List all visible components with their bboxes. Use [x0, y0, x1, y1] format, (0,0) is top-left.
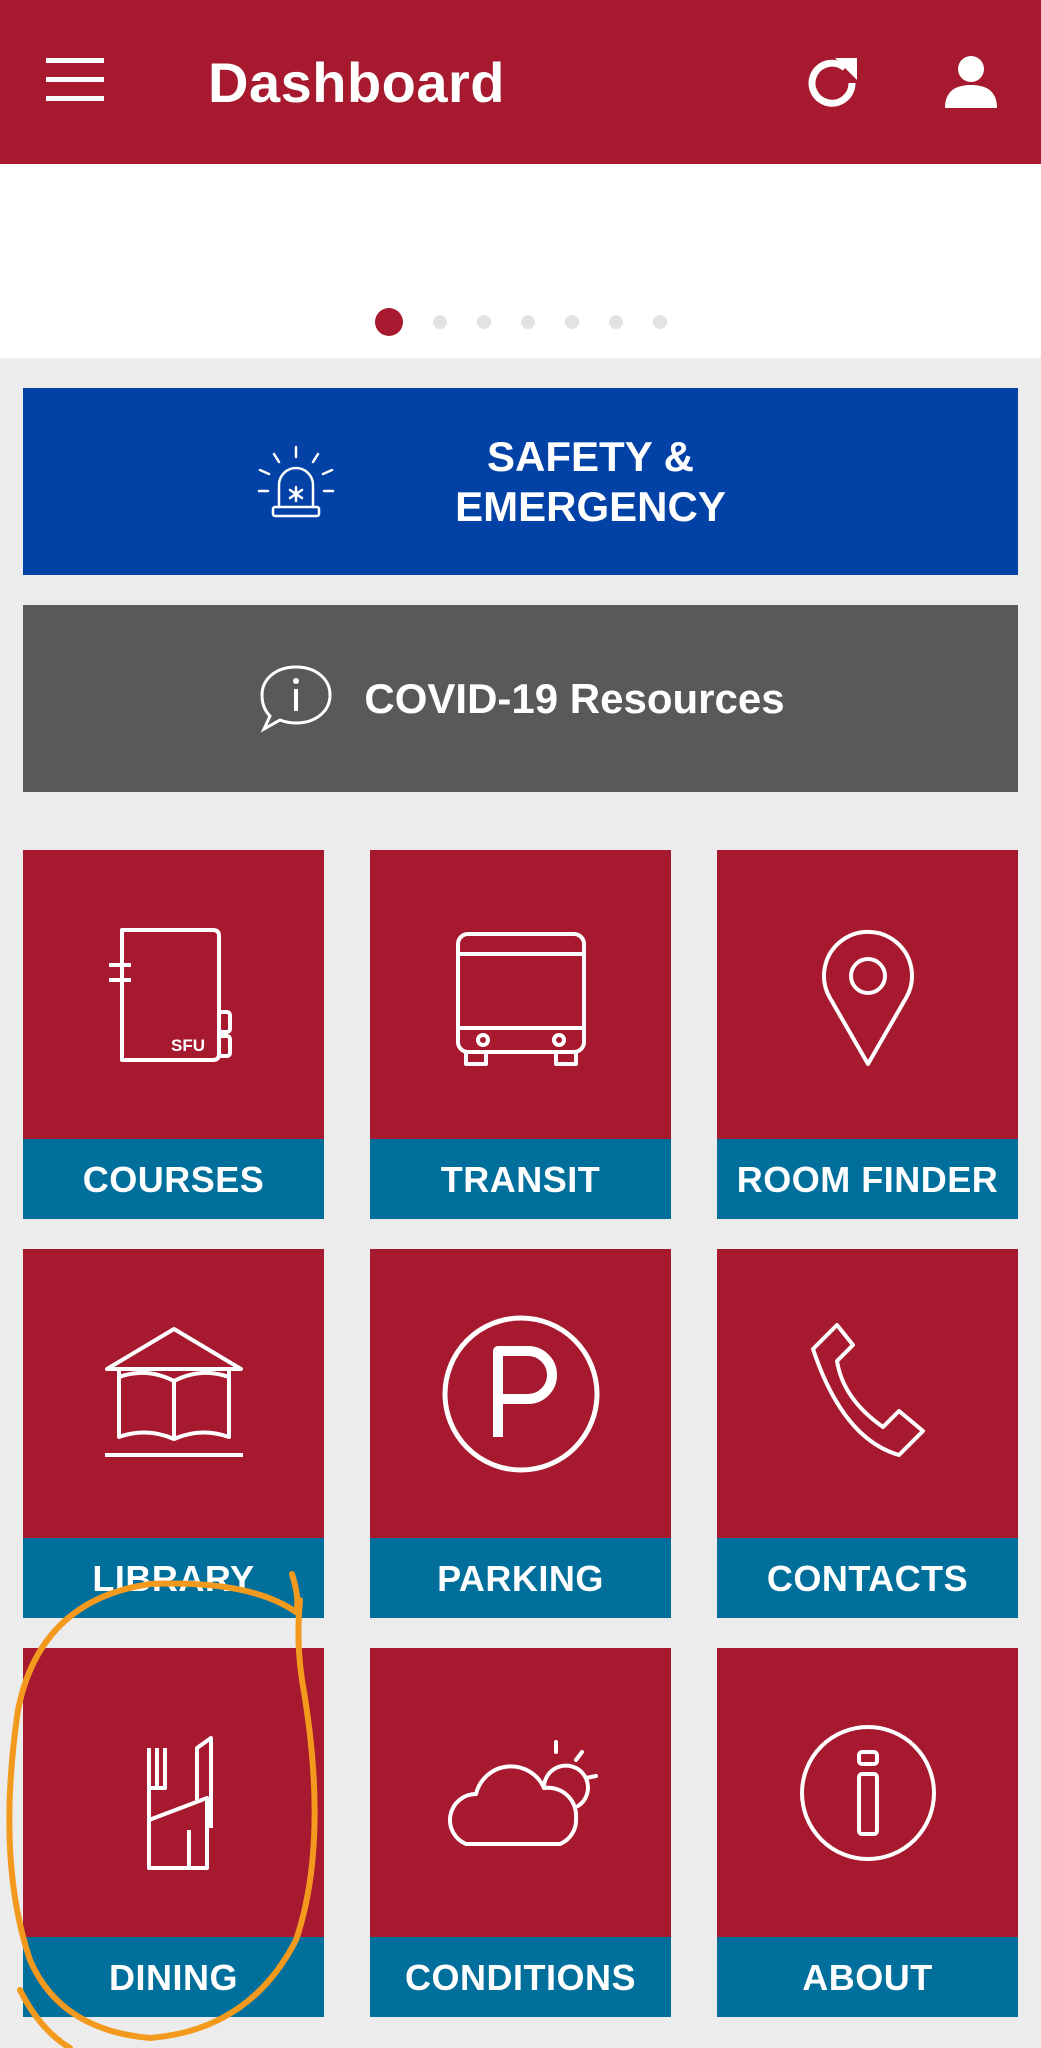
- tile-label: ROOM FINDER: [717, 1139, 1018, 1219]
- carousel-dot-active[interactable]: [374, 308, 403, 336]
- carousel-dot[interactable]: [652, 315, 667, 329]
- app-bar: Dashboard: [0, 0, 1041, 164]
- bus-icon: [455, 931, 586, 1066]
- info-circle-icon: [799, 1724, 936, 1861]
- carousel-dot[interactable]: [520, 315, 535, 329]
- safety-emergency-label: SAFETY & EMERGENCY: [451, 432, 731, 532]
- covid-resources-button[interactable]: COVID-19 Resources: [23, 605, 1018, 792]
- tile-courses[interactable]: SFU COURSES: [23, 850, 324, 1219]
- sfu-notebook-icon: SFU: [108, 927, 232, 1062]
- siren-icon: [257, 445, 334, 517]
- tile-parking[interactable]: PARKING: [370, 1249, 671, 1618]
- tile-label: CONDITIONS: [370, 1937, 671, 2017]
- tile-label: ABOUT: [717, 1937, 1018, 2017]
- carousel-dot[interactable]: [476, 315, 491, 329]
- tile-about[interactable]: ABOUT: [717, 1648, 1018, 2017]
- info-speech-bubble-icon: [260, 664, 332, 733]
- library-book-icon: [104, 1326, 243, 1457]
- covid-resources-label: COVID-19 Resources: [364, 674, 785, 722]
- tile-label: TRANSIT: [370, 1139, 671, 1219]
- tile-library[interactable]: LIBRARY: [23, 1249, 324, 1618]
- tile-contacts[interactable]: CONTACTS: [717, 1249, 1018, 1618]
- hamburger-menu-icon[interactable]: [46, 56, 112, 106]
- tile-label: PARKING: [370, 1538, 671, 1618]
- refresh-icon[interactable]: [802, 52, 864, 114]
- carousel-dot[interactable]: [608, 315, 623, 329]
- parking-icon: [442, 1315, 599, 1472]
- tile-dining[interactable]: DINING: [23, 1648, 324, 2017]
- map-pin-icon: [821, 929, 914, 1066]
- tile-label: CONTACTS: [717, 1538, 1018, 1618]
- weather-cloud-sun-icon: [447, 1739, 598, 1846]
- tile-label: COURSES: [23, 1139, 324, 1219]
- carousel-dot[interactable]: [432, 315, 447, 329]
- carousel-pagination: [0, 308, 1041, 336]
- safety-label-line2: EMERGENCY: [455, 482, 726, 530]
- carousel-dot[interactable]: [564, 315, 579, 329]
- user-profile-icon[interactable]: [941, 52, 1001, 112]
- carousel[interactable]: [0, 164, 1041, 358]
- svg-text:SFU: SFU: [171, 1036, 205, 1055]
- fork-knife-icon: [146, 1735, 213, 1870]
- tile-conditions[interactable]: CONDITIONS: [370, 1648, 671, 2017]
- page-title: Dashboard: [208, 51, 505, 114]
- tile-room-finder[interactable]: ROOM FINDER: [717, 850, 1018, 1219]
- safety-emergency-button[interactable]: SAFETY & EMERGENCY: [23, 388, 1018, 575]
- safety-label-line1: SAFETY &: [487, 432, 694, 480]
- tile-transit[interactable]: TRANSIT: [370, 850, 671, 1219]
- tile-label: LIBRARY: [23, 1538, 324, 1618]
- tile-label: DINING: [23, 1937, 324, 2017]
- phone-handset-icon: [810, 1322, 925, 1457]
